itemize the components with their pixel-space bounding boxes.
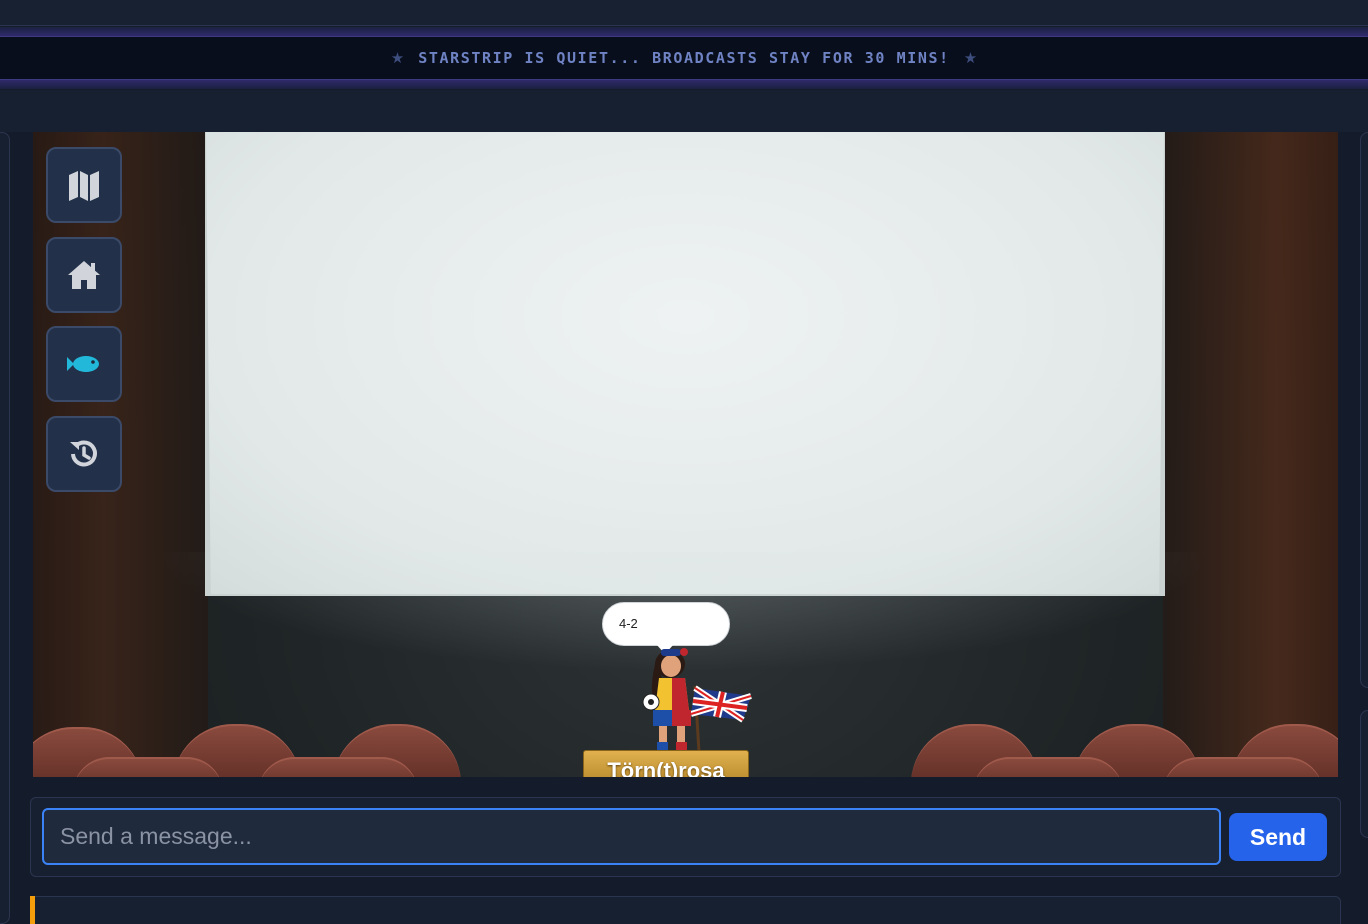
home-button[interactable] xyxy=(46,237,122,313)
chat-log-entry xyxy=(30,896,1341,924)
message-input[interactable] xyxy=(42,808,1221,865)
home-icon xyxy=(68,261,100,289)
avatar-character[interactable] xyxy=(629,644,754,752)
history-button[interactable] xyxy=(46,416,122,492)
right-side-panel xyxy=(1360,132,1368,688)
log-accent-bar xyxy=(30,896,35,924)
ticker-strip: ★ STARSTRIP IS QUIET... BROADCASTS STAY … xyxy=(0,37,1368,79)
seat xyxy=(73,757,223,777)
history-icon xyxy=(70,440,97,467)
speech-bubble: 4-2 xyxy=(602,602,730,646)
fish-button[interactable] xyxy=(46,326,122,402)
union-flag-icon xyxy=(690,685,752,723)
star-icon: ★ xyxy=(390,50,405,67)
avatar-nameplate: Törn(t)rosa xyxy=(583,750,749,777)
seat xyxy=(973,757,1123,777)
right-side-panel-lower xyxy=(1360,710,1368,838)
cinema-screen xyxy=(206,132,1164,594)
fish-icon xyxy=(67,356,99,372)
cinema-room-stage[interactable]: 4-2 Törn(t)rosa xyxy=(33,132,1338,777)
map-button[interactable] xyxy=(46,147,122,223)
ticker-text: STARSTRIP IS QUIET... BROADCASTS STAY FO… xyxy=(418,49,950,67)
broadcast-ticker: ★ STARSTRIP IS QUIET... BROADCASTS STAY … xyxy=(0,27,1368,90)
top-bar xyxy=(0,0,1368,26)
seat xyxy=(258,757,418,777)
map-icon xyxy=(69,171,99,201)
right-curtain xyxy=(1163,132,1338,777)
send-button[interactable]: Send xyxy=(1229,813,1327,861)
seat xyxy=(1163,757,1323,777)
star-icon: ★ xyxy=(963,50,978,67)
left-side-panel xyxy=(0,132,10,924)
header-band xyxy=(0,90,1368,132)
